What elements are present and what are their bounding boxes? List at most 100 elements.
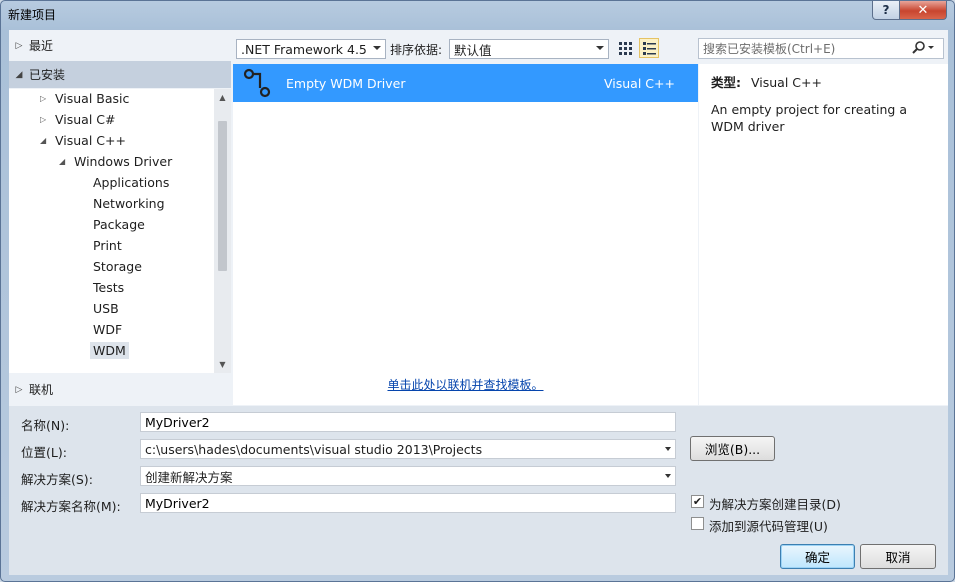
solution-name-field[interactable] [140,493,676,513]
title-bar[interactable]: 新建项目 ? ✕ [1,1,954,29]
ok-button[interactable]: 确定 [780,544,855,569]
chevron-down-icon [596,46,604,50]
chevron-down-icon[interactable] [665,447,671,451]
tree-item-applications[interactable]: Applications [93,172,169,192]
project-settings-form: 名称(N): 位置(L): c:\users\hades\documents\v… [9,406,948,575]
tree-item-usb[interactable]: USB [93,298,119,318]
solution-value: 创建新解决方案 [145,469,233,485]
tree-item-wdf[interactable]: WDF [93,319,122,339]
template-tree: ▷ Visual Basic ▷ Visual C# ◢ Visual C++ … [9,89,214,373]
solution-name-label: 解决方案名称(M): [21,499,121,514]
new-project-dialog: 新建项目 ? ✕ ▷ 最近 ◢ 已安装 ▷ Visual Basic ▷ Vis… [0,0,955,582]
location-label: 位置(L): [21,445,67,460]
category-recent[interactable]: ▷ 最近 [9,32,231,59]
template-name: Empty WDM Driver [286,76,406,91]
solution-label: 解决方案(S): [21,472,93,487]
solution-name-input[interactable] [145,495,675,511]
collapse-arrow-icon: ◢ [59,156,66,166]
source-control-label[interactable]: 添加到源代码管理(U) [709,516,828,535]
collapse-arrow-icon: ◢ [40,135,47,145]
source-control-checkbox[interactable] [691,517,704,530]
create-directory-checkbox[interactable]: ✔ [691,495,704,508]
category-installed-label: 已安装 [29,68,66,82]
collapse-arrow-icon: ◢ [15,69,23,80]
scroll-up-icon[interactable]: ▲ [214,89,231,106]
list-view-button[interactable] [639,38,659,58]
scroll-down-icon[interactable]: ▼ [214,356,231,373]
category-panel: ▷ 最近 ◢ 已安装 ▷ Visual Basic ▷ Visual C# ◢ … [9,30,231,405]
tree-item-networking[interactable]: Networking [93,193,165,213]
browse-button[interactable]: 浏览(B)... [690,436,775,461]
tree-item-label: Tests [93,279,125,295]
tree-item-label: Storage [93,258,142,274]
name-label: 名称(N): [21,418,70,433]
type-label: 类型: [711,75,741,90]
dialog-client-area: ▷ 最近 ◢ 已安装 ▷ Visual Basic ▷ Visual C# ◢ … [9,30,948,575]
expand-arrow-icon: ▷ [40,114,47,124]
template-type: 类型: Visual C++ [711,72,936,91]
tree-scrollbar[interactable]: ▲ ▼ [214,89,231,373]
tree-item-label: Visual Basic [55,90,130,106]
category-installed[interactable]: ◢ 已安装 [9,61,231,88]
location-combo[interactable]: c:\users\hades\documents\visual studio 2… [140,439,676,459]
expand-arrow-icon: ▷ [15,384,23,395]
sort-select[interactable]: 默认值 [449,39,609,59]
scroll-thumb[interactable] [218,121,227,271]
tree-item-label: USB [93,300,119,316]
tree-item-visual-cpp[interactable]: ◢ Visual C++ [40,130,126,150]
framework-value: .NET Framework 4.5 [241,41,367,57]
template-item-empty-wdm-driver[interactable]: Empty WDM Driver Visual C++ [233,64,698,102]
project-name-field[interactable] [140,412,676,432]
category-recent-label: 最近 [29,39,54,53]
template-search-box[interactable] [698,38,944,59]
type-value: Visual C++ [751,75,822,90]
list-view-icon [642,41,656,55]
tree-item-visual-csharp[interactable]: ▷ Visual C# [40,109,116,129]
template-description: An empty project for creating a WDM driv… [711,102,907,134]
search-icon[interactable] [911,40,935,59]
solution-select[interactable]: 创建新解决方案 [140,466,676,486]
template-details: 类型: Visual C++ An empty project for creat… [699,64,948,405]
framework-select[interactable]: .NET Framework 4.5 [236,39,386,59]
tree-item-label: Networking [93,195,165,211]
tree-item-label: Visual C# [55,111,116,127]
sort-value: 默认值 [454,42,492,58]
expand-arrow-icon: ▷ [15,40,23,51]
category-online-label: 联机 [29,383,54,397]
chevron-down-icon[interactable] [665,474,671,478]
tree-item-storage[interactable]: Storage [93,256,142,276]
tree-item-package[interactable]: Package [93,214,145,234]
help-icon: ? [882,3,890,17]
close-icon: ✕ [917,2,929,18]
chevron-down-icon [373,46,381,50]
tree-item-label: Applications [93,174,170,190]
tree-item-label: Package [93,216,145,232]
tree-item-label: Windows Driver [74,153,173,169]
expand-arrow-icon: ▷ [40,93,47,103]
tree-item-tests[interactable]: Tests [93,277,124,297]
tree-item-label: WDF [93,321,123,337]
close-button[interactable]: ✕ [899,1,947,20]
tree-item-label: WDM [90,341,129,359]
checkmark-icon: ✔ [692,495,703,508]
tree-item-windows-driver[interactable]: ◢ Windows Driver [59,151,172,171]
tree-item-label: Print [93,237,122,253]
template-list: Empty WDM Driver Visual C++ 单击此处以联机并查找模板… [233,64,698,405]
tree-item-print[interactable]: Print [93,235,122,255]
tree-item-label: Visual C++ [55,132,126,148]
help-button[interactable]: ? [872,1,900,20]
search-input[interactable] [703,41,909,56]
tree-item-visual-basic[interactable]: ▷ Visual Basic [40,89,129,108]
grid-view-icon [618,41,632,55]
window-title: 新建项目 [8,8,57,22]
category-online[interactable]: ▷ 联机 [9,376,231,403]
sort-label: 排序依据: [390,43,443,57]
small-icons-view-button[interactable] [615,38,635,58]
location-value: c:\users\hades\documents\visual studio 2… [145,441,483,457]
driver-template-icon [241,67,275,102]
cancel-button[interactable]: 取消 [860,544,936,569]
tree-item-wdm[interactable]: WDM [90,340,129,360]
find-templates-online-link[interactable]: 单击此处以联机并查找模板。 [233,376,698,393]
project-name-input[interactable] [145,414,675,430]
create-directory-label[interactable]: 为解决方案创建目录(D) [709,494,841,513]
